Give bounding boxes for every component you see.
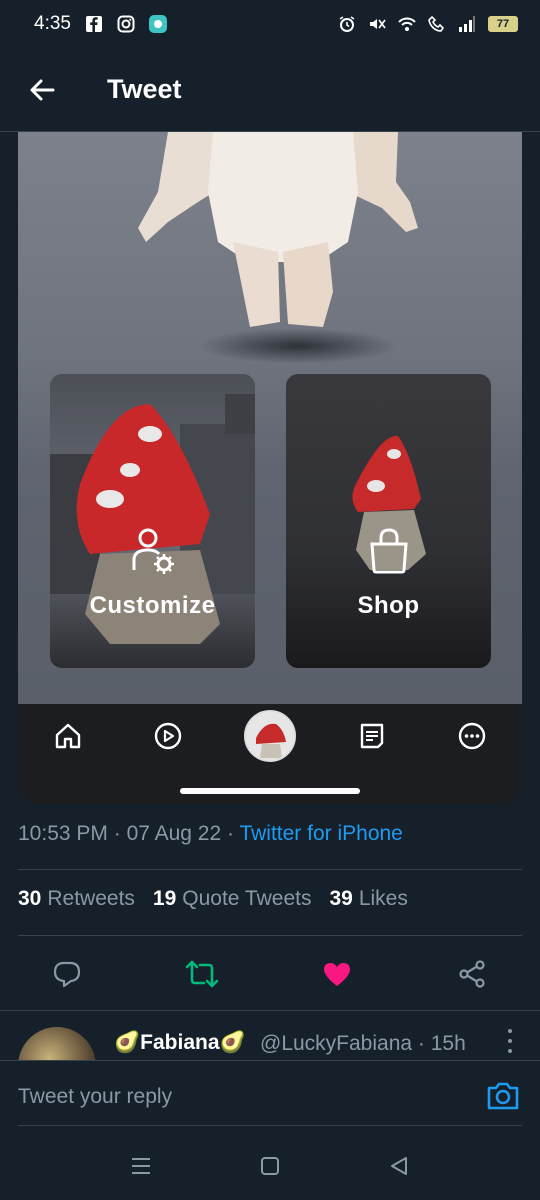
- retweets-count: 30: [18, 887, 42, 910]
- triangle-back-icon: [391, 1157, 407, 1175]
- recents-button[interactable]: [129, 1154, 153, 1178]
- reply-composer: [0, 1060, 540, 1130]
- play-icon: [154, 722, 182, 750]
- share-icon: [459, 960, 485, 988]
- likes-count: 39: [329, 887, 353, 910]
- back-nav-button[interactable]: [387, 1154, 411, 1178]
- page-title: Tweet: [107, 74, 182, 104]
- home-icon: [55, 723, 81, 749]
- quote-tweets-count: 19: [152, 887, 177, 910]
- tweet-source-link[interactable]: Twitter for iPhone: [239, 822, 402, 845]
- likes-label: Likes: [358, 887, 408, 910]
- tweet-media[interactable]: Customize Shop: [18, 132, 522, 804]
- tweet-time: 10:53 PM: [18, 822, 108, 845]
- retweet-icon: [185, 960, 219, 988]
- reply-author-name[interactable]: 🥑Fabiana🥑: [114, 1031, 246, 1055]
- reply-button[interactable]: [47, 954, 87, 994]
- status-time: 4:35: [34, 13, 71, 34]
- customize-card[interactable]: Customize: [50, 374, 255, 668]
- heart-icon: [324, 963, 350, 986]
- quote-tweets-stat[interactable]: 19 Quote Tweets: [153, 887, 312, 911]
- separator: ·: [221, 822, 240, 845]
- reply-icon: [53, 961, 81, 988]
- menu-icon: [132, 1158, 150, 1174]
- battery-icon: 77: [488, 16, 518, 32]
- alarm-icon: [339, 16, 355, 32]
- shop-card[interactable]: Shop: [286, 374, 491, 668]
- share-button[interactable]: [452, 954, 492, 994]
- status-bar: 4:35 77: [0, 0, 540, 48]
- app-icon: [148, 15, 167, 33]
- avatar-gear-icon: [132, 528, 174, 574]
- instagram-icon: [117, 15, 135, 33]
- customize-label: Customize: [89, 592, 216, 619]
- app-nav-chat[interactable]: [354, 718, 390, 754]
- reply-tweet[interactable]: 🥑Fabiana🥑 @LuckyFabiana · 15h: [0, 1010, 540, 1060]
- home-button[interactable]: [258, 1154, 282, 1178]
- top-bar: Tweet: [0, 48, 540, 132]
- quote-tweets-label: Quote Tweets: [182, 887, 312, 910]
- system-navigation-bar: [0, 1130, 540, 1200]
- avatar-scene: Customize Shop: [18, 132, 522, 704]
- app-nav-more[interactable]: [454, 718, 490, 754]
- separator: ·: [107, 822, 127, 845]
- chat-icon: [360, 723, 384, 749]
- tweet-actions: [0, 950, 540, 998]
- back-button[interactable]: [20, 68, 64, 112]
- divider: [18, 935, 522, 936]
- avatar-shadow: [198, 328, 398, 364]
- reply-more-button[interactable]: [500, 1029, 520, 1053]
- battery-level: 77: [496, 18, 510, 30]
- input-underline: [18, 1125, 522, 1126]
- reply-avatar[interactable]: [18, 1027, 96, 1060]
- shop-label: Shop: [357, 592, 420, 619]
- likes-stat[interactable]: 39 Likes: [329, 887, 407, 911]
- app-bottom-nav: [18, 704, 522, 804]
- camera-button[interactable]: [486, 1079, 520, 1113]
- tweet-date: 07 Aug 22: [126, 822, 222, 845]
- app-nav-discover[interactable]: [150, 718, 186, 754]
- more-icon: [458, 722, 486, 750]
- avatar-figure: [138, 132, 418, 327]
- retweets-label: Retweets: [47, 887, 135, 910]
- arrow-left-icon: [30, 79, 55, 100]
- signal-icon: [459, 16, 475, 32]
- home-indicator: [180, 788, 360, 794]
- mute-icon: [370, 19, 386, 29]
- avatar-thumbnail: [256, 723, 286, 758]
- wifi-icon: [398, 17, 416, 31]
- mushroom-avatar-small: [352, 435, 426, 570]
- reply-author-handle: @LuckyFabiana · 15h: [260, 1032, 466, 1055]
- camera-icon: [487, 1082, 519, 1110]
- square-icon: [261, 1157, 279, 1175]
- divider: [18, 869, 522, 870]
- app-nav-home[interactable]: [50, 718, 86, 754]
- reply-input[interactable]: [18, 1067, 458, 1127]
- like-button[interactable]: [317, 954, 357, 994]
- retweet-button[interactable]: [182, 954, 222, 994]
- tweet-timestamp: 10:53 PM · 07 Aug 22 · Twitter for iPhon…: [18, 822, 403, 846]
- wifi-call-icon: [428, 15, 445, 32]
- avatar[interactable]: [244, 710, 296, 762]
- shopping-bag-icon: [369, 528, 408, 574]
- facebook-icon: [85, 16, 102, 32]
- tweet-stats: 30 Retweets 19 Quote Tweets 39 Likes: [18, 887, 408, 911]
- retweets-stat[interactable]: 30 Retweets: [18, 887, 135, 911]
- mushroom-avatar-large: [50, 394, 255, 644]
